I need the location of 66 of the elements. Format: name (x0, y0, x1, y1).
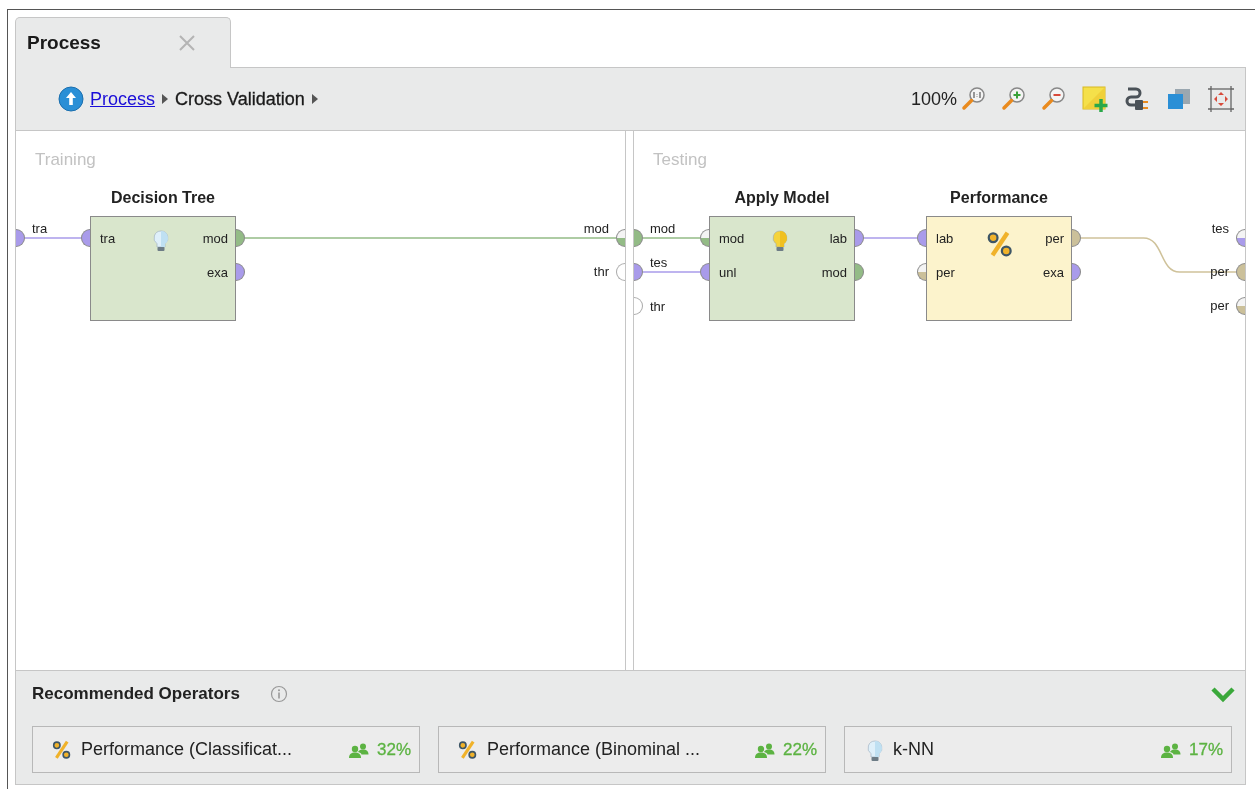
recommended-operator[interactable]: Performance (Binominal ... 22% (438, 726, 826, 773)
port[interactable] (1236, 297, 1245, 315)
port-label: tra (32, 221, 48, 236)
port-label: per (1210, 298, 1229, 313)
chevron-down-icon[interactable] (1211, 685, 1235, 703)
port-label: unl (719, 265, 737, 280)
port[interactable] (634, 297, 643, 315)
connection-line[interactable] (642, 271, 701, 273)
breadcrumb-current: Cross Validation (175, 88, 305, 110)
process-tab[interactable]: Process (15, 17, 231, 68)
zoom-in-icon[interactable] (1001, 86, 1027, 112)
zoom-level: 100% (910, 88, 957, 110)
people-icon (348, 741, 369, 758)
port-label: mod (583, 221, 609, 236)
port-label: per (1210, 264, 1229, 279)
operator-node[interactable]: lab per per exa (926, 216, 1072, 321)
port[interactable] (634, 229, 643, 247)
port[interactable] (16, 229, 25, 247)
subprocess-title: Testing (653, 150, 707, 170)
close-icon[interactable] (178, 34, 196, 52)
subprocess-title: Training (35, 150, 96, 170)
operator-title: Decision Tree (110, 189, 215, 207)
zoom-reset-icon[interactable] (961, 86, 987, 112)
breadcrumb-link[interactable]: Process (90, 88, 156, 110)
caret-icon (161, 93, 170, 105)
add-note-icon[interactable] (1081, 85, 1109, 113)
recommended-operator[interactable]: k-NN 17% (844, 726, 1232, 773)
port-label: per (936, 265, 955, 280)
port-label: exa (1043, 265, 1064, 280)
recommended-operator[interactable]: Performance (Classificat... 32% (32, 726, 420, 773)
port[interactable] (634, 263, 643, 281)
port-label: lab (936, 231, 954, 246)
section-title: Recommended Operators (32, 684, 240, 704)
operator-node[interactable]: tra mod exa (90, 216, 236, 321)
port-label: per (1045, 231, 1064, 246)
connection-line[interactable] (642, 237, 701, 239)
zoom-out-icon[interactable] (1041, 86, 1067, 112)
port-label: tes (650, 255, 668, 270)
port-label: mod (650, 221, 676, 236)
port-label: tes (1211, 221, 1229, 236)
up-arrow-icon[interactable] (58, 86, 84, 112)
caret-icon (310, 93, 319, 105)
port-label: mod (821, 265, 847, 280)
percent-icon (51, 738, 73, 761)
port[interactable] (1236, 229, 1245, 247)
port-label: thr (650, 299, 666, 314)
connection-line[interactable] (24, 237, 82, 239)
operator-node[interactable]: mod unl lab mod (709, 216, 855, 321)
info-icon[interactable] (269, 685, 288, 703)
port-label: lab (829, 231, 847, 246)
port-label: mod (719, 231, 745, 246)
port-label: tra (100, 231, 116, 246)
percent-icon (457, 738, 479, 761)
port-label: exa (207, 265, 228, 280)
people-icon (754, 741, 775, 758)
percent-icon (985, 229, 1015, 259)
people-icon (1160, 741, 1181, 758)
port[interactable] (1236, 263, 1245, 281)
splitter[interactable] (625, 131, 634, 670)
fit-view-icon[interactable] (1207, 85, 1235, 113)
port-label: thr (593, 264, 609, 279)
operator-title: Performance (950, 189, 1048, 207)
operator-title: Apply Model (734, 189, 830, 207)
plug-icon[interactable] (1123, 85, 1151, 113)
port-label: mod (202, 231, 228, 246)
connection-line[interactable] (863, 237, 918, 239)
